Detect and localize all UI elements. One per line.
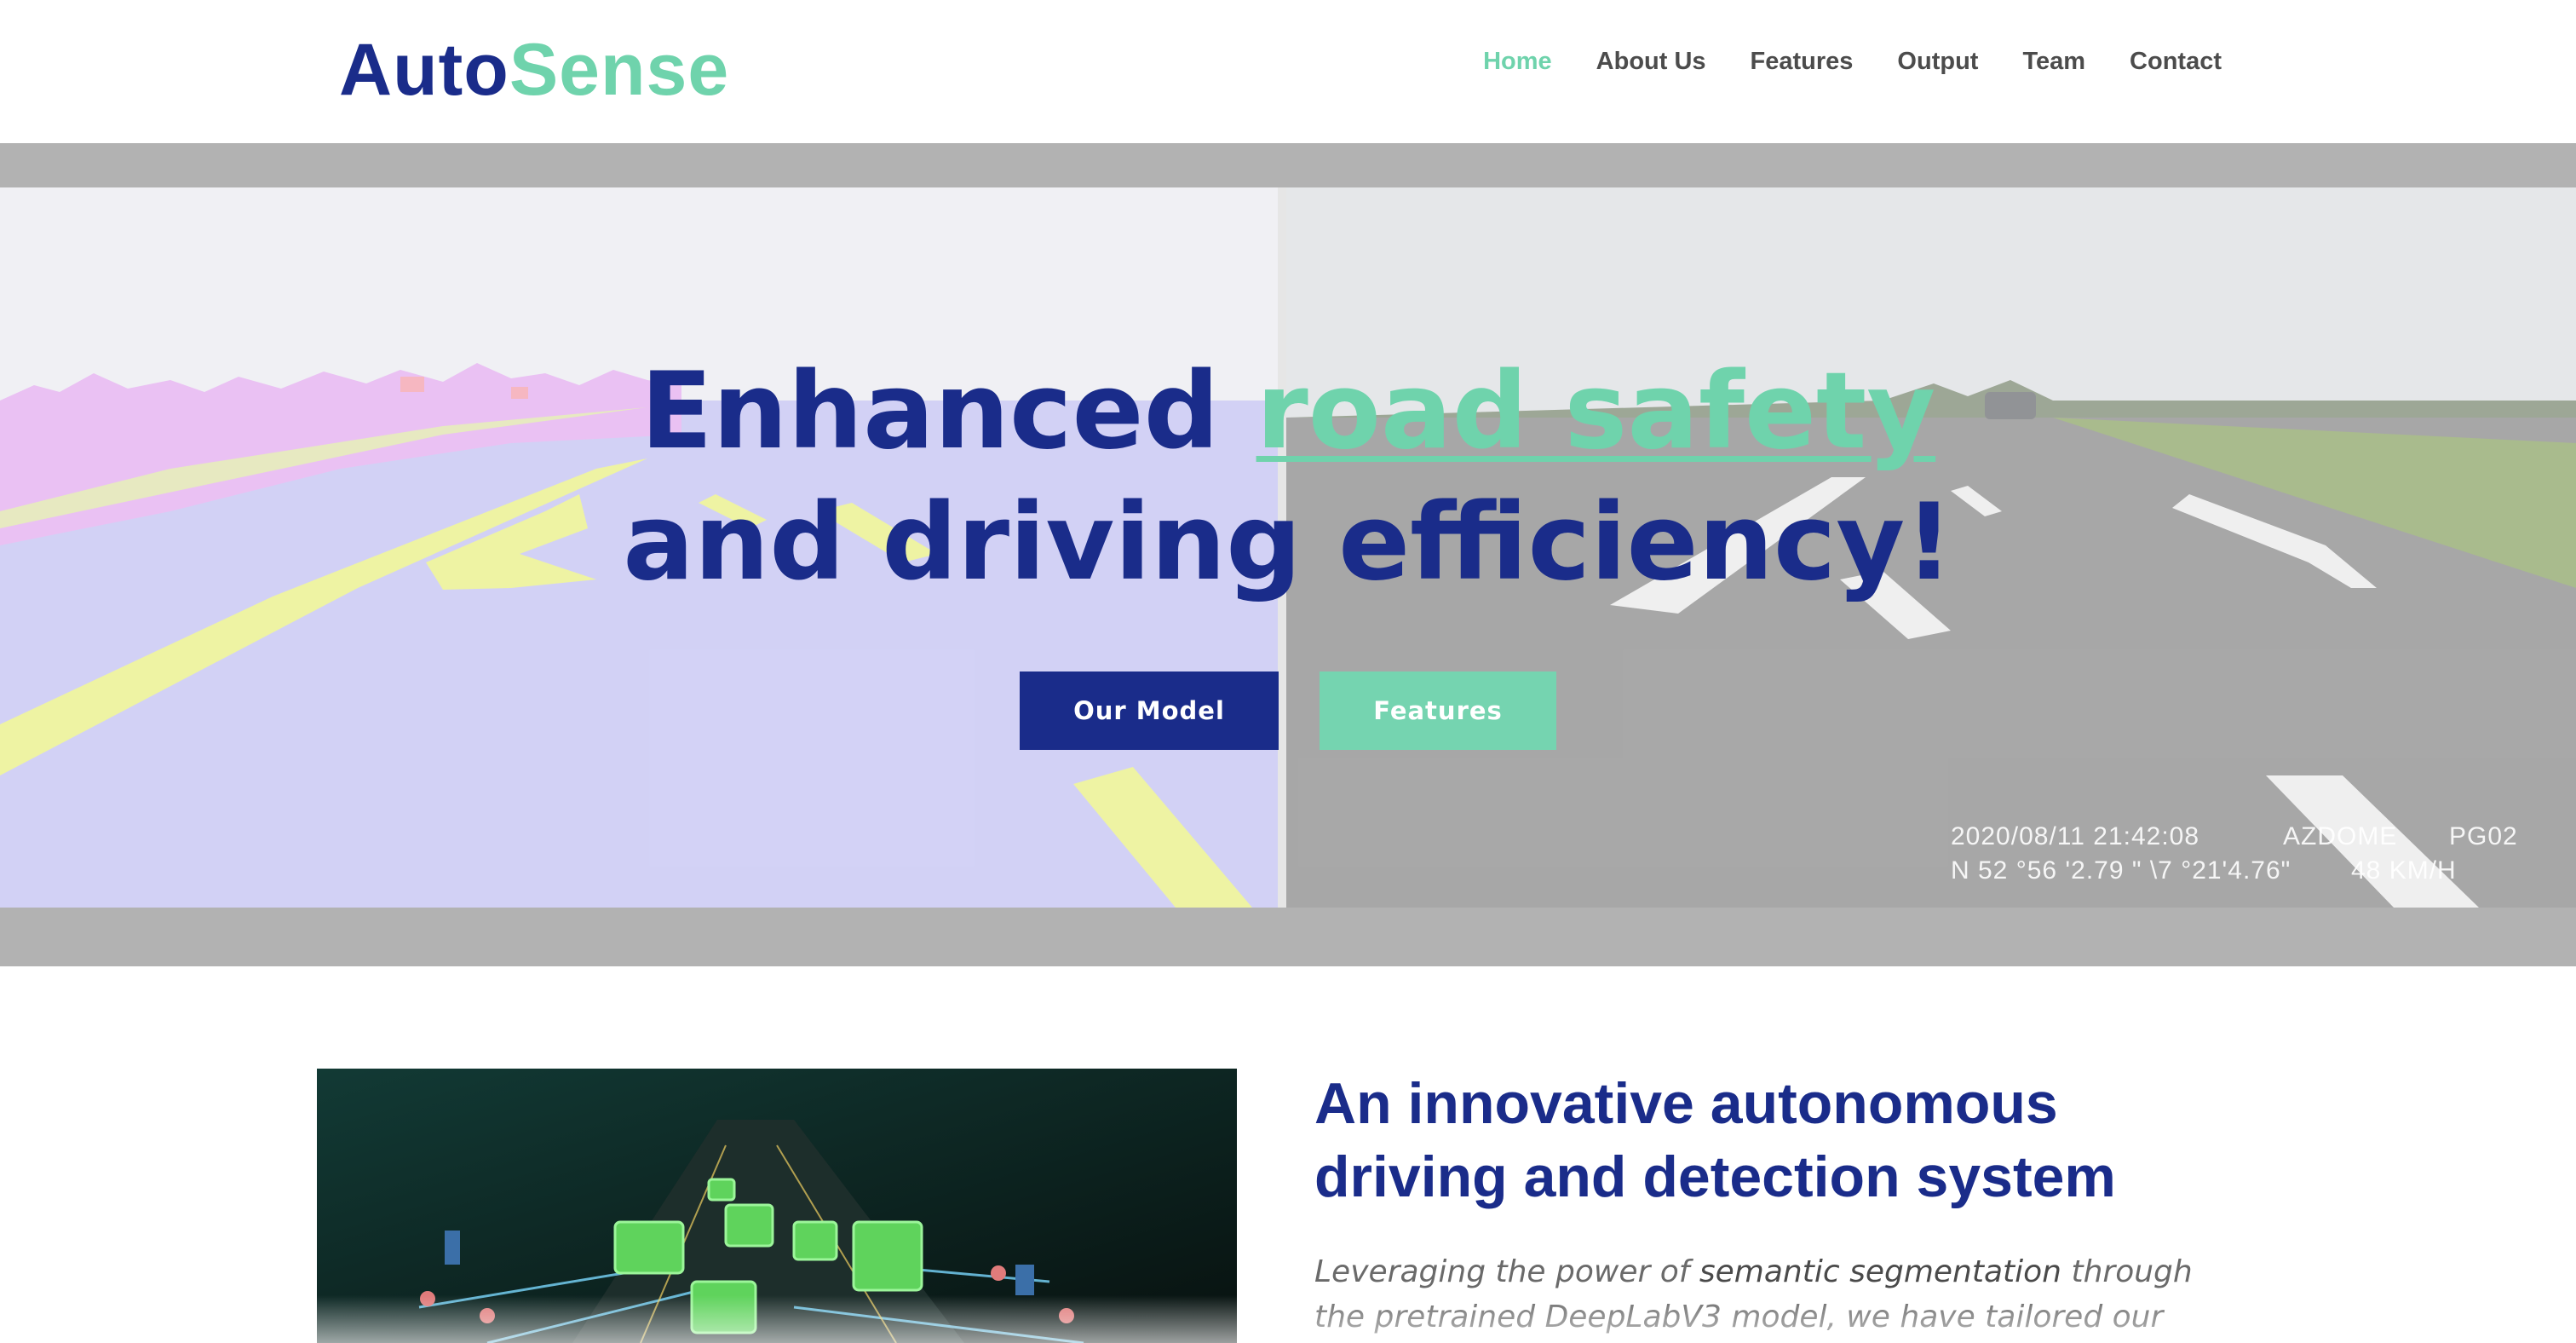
our-model-button[interactable]: Our Model [1020,672,1279,750]
intro-heading: An innovative autonomous driving and det… [1314,1071,2116,1209]
dashcam-coords: N 52 °56 '2.79 " \7 °21'4.76" [1951,856,2291,885]
hero-title-highlight: road safety [1256,350,1936,473]
intro-text-a: Leveraging the power of [1314,1254,1699,1289]
features-button[interactable]: Features [1320,672,1556,750]
intro-text-em: semantic segmentation [1699,1254,2062,1289]
dashcam-brand: AZDOME [2283,822,2398,850]
hero-title-part2: and driving efficiency! [623,481,1953,604]
hero-headline: Enhanced road safety and driving efficie… [0,346,2576,608]
nav-output[interactable]: Output [1897,48,1978,76]
site-logo[interactable]: AutoSense [339,26,729,114]
nav-contact[interactable]: Contact [2130,48,2222,76]
detection-scene [317,1069,1237,1343]
nav-about-us[interactable]: About Us [1596,48,1706,76]
nav-home[interactable]: Home [1483,48,1552,76]
hero-title-part1: Enhanced [640,350,1256,473]
intro-paragraph: Leveraging the power of semantic segment… [1314,1249,2251,1340]
dashcam-code: PG02 [2449,822,2518,850]
hero-section: 2020/08/11 21:42:08 AZDOME PG02 N 52 °56… [0,143,2576,966]
main-nav: Home About Us Features Output Team Conta… [1483,48,2222,76]
site-header: AutoSense Home About Us Features Output … [0,0,2576,143]
logo-sense: Sense [509,29,730,111]
detection-illustration [317,1069,1237,1343]
logo-auto: Auto [339,29,509,111]
nav-features[interactable]: Features [1751,48,1854,76]
nav-team[interactable]: Team [2022,48,2085,76]
dashcam-speed: 48 KM/H [2351,856,2457,885]
dashcam-datetime: 2020/08/11 21:42:08 [1951,822,2200,850]
